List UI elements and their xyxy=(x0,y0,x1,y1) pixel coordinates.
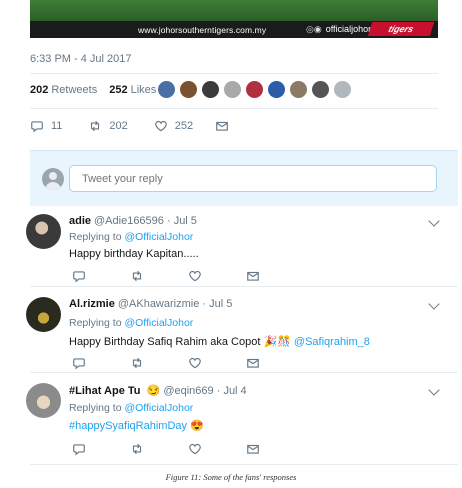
likes-stat[interactable]: 252 Likes xyxy=(109,84,156,96)
tweet-text: Happy Birthday Safiq Rahim aka Copot xyxy=(69,336,261,348)
tweet-text: Happy birthday Kapitan..... xyxy=(69,248,199,260)
figure-caption: Figure 11: Some of the fans' responses xyxy=(165,472,297,482)
liker-avatar[interactable] xyxy=(268,81,285,98)
author-name[interactable]: #Lihat Ape Tu xyxy=(69,385,141,397)
retweets-count: 202 xyxy=(30,84,49,96)
tweet-date[interactable]: · Jul 5 xyxy=(202,298,232,310)
banner-handle: ◎◉ officialjohor xyxy=(306,24,371,35)
heart-icon[interactable] xyxy=(188,442,202,456)
author-name[interactable]: adie xyxy=(69,215,91,227)
mention-link[interactable]: @OfficialJohor xyxy=(124,402,193,414)
tweet-timestamp[interactable]: 6:33 PM - 4 Jul 2017 xyxy=(30,53,132,65)
tweet-text-line: #happySyafiqRahimDay 😍 xyxy=(69,419,204,432)
tweet-actions xyxy=(72,269,304,283)
chevron-down-icon[interactable] xyxy=(428,298,440,310)
dm-button[interactable] xyxy=(215,119,229,133)
reply-icon[interactable] xyxy=(72,442,86,456)
tweet-header: Al.rizmie @AKhawarizmie · Jul 5 xyxy=(69,298,232,310)
retweet-icon[interactable] xyxy=(130,356,144,370)
liker-avatar[interactable] xyxy=(246,81,263,98)
liker-avatar[interactable] xyxy=(202,81,219,98)
party-emoji: 🎉🎊 xyxy=(263,336,291,348)
mail-icon xyxy=(216,121,228,131)
like-button[interactable]: 252 xyxy=(154,119,193,133)
retweet-count: 202 xyxy=(109,120,128,132)
reply-tweet[interactable]: Al.rizmie @AKhawarizmie · Jul 5 Replying … xyxy=(26,289,458,373)
heart-eyes-emoji: 😍 xyxy=(190,420,204,432)
author-name[interactable]: Al.rizmie xyxy=(69,298,115,310)
retweet-icon xyxy=(91,120,100,132)
mail-icon[interactable] xyxy=(246,442,260,456)
tweet-actions xyxy=(72,442,304,456)
avatar[interactable] xyxy=(26,383,61,418)
tweet-reply-input[interactable] xyxy=(69,165,437,192)
reply-tweet[interactable]: adie @Adie166596 · Jul 5 Replying to @Off… xyxy=(26,206,458,287)
reply-count: 11 xyxy=(51,120,63,132)
liker-avatar[interactable] xyxy=(290,81,307,98)
chevron-down-icon[interactable] xyxy=(428,215,440,227)
replying-to: Replying to @OfficialJohor xyxy=(69,317,193,329)
avatar[interactable] xyxy=(26,214,61,249)
tweet-stats: 202 Retweets 252 Likes xyxy=(30,82,156,98)
replying-to-label: Replying to xyxy=(69,317,122,329)
tweet-header: #Lihat Ape Tu 😏 @eqin669 · Jul 4 xyxy=(69,384,247,397)
likers-avatars xyxy=(158,81,356,98)
likes-count: 252 xyxy=(109,84,128,96)
tigers-logo: tigers xyxy=(367,22,435,36)
replying-to: Replying to @OfficialJohor xyxy=(69,231,193,243)
reply-icon xyxy=(31,121,43,133)
author-handle[interactable]: @AKhawarizmie xyxy=(118,298,199,310)
replying-to: Replying to @OfficialJohor xyxy=(69,402,193,414)
liker-avatar[interactable] xyxy=(224,81,241,98)
tweet-date[interactable]: · Jul 5 xyxy=(167,215,197,227)
banner-url: www.johorsoutherntigers.com.my xyxy=(138,25,267,35)
retweets-label: Retweets xyxy=(51,84,98,96)
chevron-down-icon[interactable] xyxy=(428,384,440,396)
reply-compose-area xyxy=(30,150,458,206)
mention-link[interactable]: @Safiqrahim_8 xyxy=(294,336,370,348)
retweets-stat[interactable]: 202 Retweets xyxy=(30,84,97,96)
banner-handle-text: officialjohor xyxy=(325,24,372,34)
author-handle[interactable]: @Adie166596 xyxy=(94,215,164,227)
heart-icon[interactable] xyxy=(188,269,202,283)
retweet-icon[interactable] xyxy=(130,442,144,456)
tweet-text-line: Happy Birthday Safiq Rahim aka Copot 🎉🎊 … xyxy=(69,335,370,348)
reply-icon[interactable] xyxy=(72,356,86,370)
tweet-actions: 11 202 252 xyxy=(30,119,229,133)
liker-avatar[interactable] xyxy=(158,81,175,98)
liker-avatar[interactable] xyxy=(312,81,329,98)
retweet-icon[interactable] xyxy=(130,269,144,283)
mail-icon[interactable] xyxy=(246,269,260,283)
tweet-actions xyxy=(72,356,304,370)
hashtag-link[interactable]: #happySyafiqRahimDay xyxy=(69,420,187,432)
reply-button[interactable]: 11 xyxy=(30,119,62,133)
reply-tweet[interactable]: #Lihat Ape Tu 😏 @eqin669 · Jul 4 Replyin… xyxy=(26,375,458,465)
heart-icon xyxy=(154,120,167,132)
divider xyxy=(30,108,438,109)
tweet-header: adie @Adie166596 · Jul 5 xyxy=(69,215,197,227)
profile-banner: www.johorsoutherntigers.com.my ◎◉ officia… xyxy=(30,0,438,38)
social-icons: ◎◉ xyxy=(306,24,322,34)
divider xyxy=(30,73,438,74)
mail-icon[interactable] xyxy=(246,356,260,370)
liker-avatar[interactable] xyxy=(180,81,197,98)
like-count: 252 xyxy=(174,120,194,132)
liker-avatar[interactable] xyxy=(334,81,351,98)
smirk-emoji: 😏 xyxy=(146,385,161,397)
heart-icon[interactable] xyxy=(188,356,202,370)
mention-link[interactable]: @OfficialJohor xyxy=(124,231,193,243)
mention-link[interactable]: @OfficialJohor xyxy=(124,317,193,329)
replying-to-label: Replying to xyxy=(69,402,122,414)
reply-icon[interactable] xyxy=(72,269,86,283)
avatar[interactable] xyxy=(26,297,61,332)
author-handle[interactable]: @eqin669 xyxy=(163,385,213,397)
likes-label: Likes xyxy=(130,84,157,96)
replying-to-label: Replying to xyxy=(69,231,122,243)
tweet-date[interactable]: · Jul 4 xyxy=(217,385,247,397)
retweet-button[interactable]: 202 xyxy=(88,119,128,133)
user-avatar xyxy=(42,168,64,190)
